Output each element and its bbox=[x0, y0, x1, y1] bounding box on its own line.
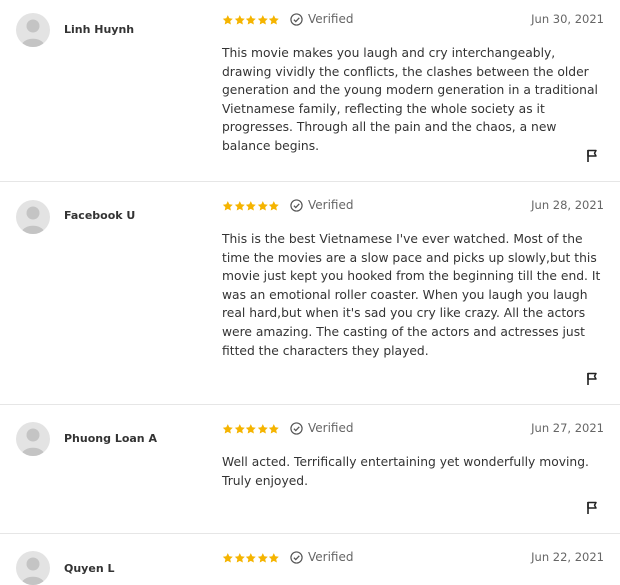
verified-badge: Verified bbox=[290, 198, 354, 212]
review-text: This movie makes you laugh and cry inter… bbox=[222, 46, 598, 153]
star-icon bbox=[222, 201, 233, 211]
verified-label: Verified bbox=[308, 198, 354, 212]
verified-badge: Verified bbox=[290, 550, 354, 564]
flag-icon[interactable] bbox=[586, 372, 598, 386]
review-item: Linh Huynh Verified Jun 30, 2021 This mo… bbox=[0, 0, 620, 182]
review-date: Jun 27, 2021 bbox=[531, 421, 604, 435]
verified-label: Verified bbox=[308, 12, 354, 26]
review-date: Jun 30, 2021 bbox=[531, 12, 604, 26]
user-avatar-icon bbox=[21, 19, 45, 47]
flag-icon[interactable] bbox=[586, 501, 598, 515]
star-icon bbox=[269, 424, 280, 434]
avatar bbox=[16, 422, 50, 456]
verified-badge: Verified bbox=[290, 421, 354, 435]
review-text: Well acted. Terrifically entertaining ye… bbox=[222, 455, 589, 488]
star-icon bbox=[222, 15, 233, 25]
review-header: Verified Jun 22, 2021 bbox=[222, 550, 604, 566]
review-date: Jun 22, 2021 bbox=[531, 550, 604, 564]
star-icon bbox=[257, 201, 268, 211]
verified-label: Verified bbox=[308, 550, 354, 564]
verified-badge: Verified bbox=[290, 12, 354, 26]
reviewer-name: Linh Huynh bbox=[64, 23, 135, 36]
star-rating bbox=[222, 200, 280, 212]
verified-label: Verified bbox=[308, 421, 354, 435]
review-text: This is the best Vietnamese I've ever wa… bbox=[222, 232, 601, 358]
star-icon bbox=[269, 201, 280, 211]
star-icon bbox=[257, 424, 268, 434]
star-icon bbox=[269, 15, 280, 25]
check-circle-icon bbox=[290, 550, 303, 564]
star-icon bbox=[257, 15, 268, 25]
reviewer-name: Phuong Loan A bbox=[64, 432, 157, 445]
review-date: Jun 28, 2021 bbox=[531, 198, 604, 212]
check-circle-icon bbox=[290, 421, 303, 435]
check-circle-icon bbox=[290, 12, 303, 26]
review-header: Verified Jun 27, 2021 bbox=[222, 421, 604, 437]
star-icon bbox=[234, 424, 245, 434]
avatar bbox=[16, 551, 50, 585]
star-icon bbox=[269, 553, 280, 563]
star-icon bbox=[234, 201, 245, 211]
star-icon bbox=[222, 553, 233, 563]
user-avatar-icon bbox=[21, 206, 45, 234]
avatar bbox=[16, 200, 50, 234]
flag-icon[interactable] bbox=[586, 149, 598, 163]
review-item: Facebook U Verified Jun 28, 2021 This is… bbox=[0, 182, 620, 405]
reviewer-name: Facebook U bbox=[64, 209, 136, 222]
star-rating bbox=[222, 423, 280, 435]
star-icon bbox=[246, 424, 256, 434]
star-icon bbox=[246, 15, 256, 25]
review-item: Phuong Loan A Verified Jun 27, 2021 Well… bbox=[0, 405, 620, 534]
avatar bbox=[16, 13, 50, 47]
user-avatar-icon bbox=[21, 428, 45, 456]
star-icon bbox=[234, 15, 245, 25]
star-icon bbox=[222, 424, 233, 434]
star-icon bbox=[246, 553, 256, 563]
star-rating bbox=[222, 14, 280, 26]
star-icon bbox=[257, 553, 268, 563]
review-item: Quyen L Verified Jun 22, 2021 bbox=[0, 534, 620, 585]
user-avatar-icon bbox=[21, 557, 45, 585]
star-icon bbox=[234, 553, 245, 563]
reviewer-name: Quyen L bbox=[64, 562, 115, 575]
check-circle-icon bbox=[290, 198, 303, 212]
star-rating bbox=[222, 552, 280, 564]
review-header: Verified Jun 28, 2021 bbox=[222, 198, 604, 214]
star-icon bbox=[246, 201, 256, 211]
review-header: Verified Jun 30, 2021 bbox=[222, 12, 604, 28]
